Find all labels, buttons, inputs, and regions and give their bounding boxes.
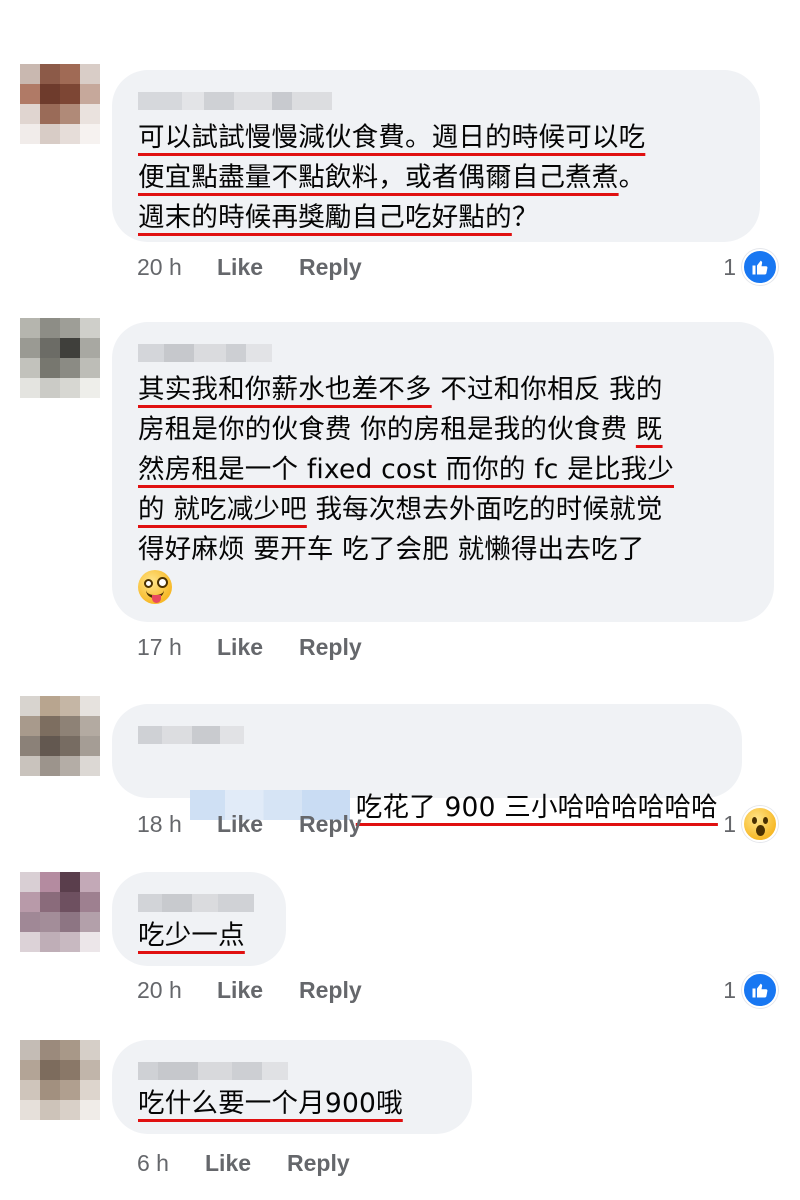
comment-bubble: 其实我和你薪水也差不多 不过和你相反 我的 房租是你的伙食费 你的房租是我的伙食…: [112, 322, 774, 622]
avatar[interactable]: [20, 318, 100, 398]
reaction-count: 1: [723, 253, 736, 280]
author-name-blurred[interactable]: [138, 726, 718, 746]
reply-button[interactable]: Reply: [287, 1150, 350, 1177]
comment-text-segment: 。: [618, 162, 646, 193]
comment-text: 吃花了 900 三小哈哈哈哈哈哈: [138, 748, 718, 868]
reaction-summary[interactable]: 1: [723, 806, 778, 842]
like-button[interactable]: Like: [205, 1150, 287, 1177]
comment-bubble: 吃花了 900 三小哈哈哈哈哈哈: [112, 704, 742, 823]
comment-actions: 20 h Like Reply: [137, 975, 362, 1005]
avatar[interactable]: [20, 1040, 100, 1120]
comment-text: 可以試試慢慢減伙食費。週日的時候可以吃 便宜點盡量不點飲料，或者偶爾自己煮煮。 …: [138, 118, 736, 238]
reply-button[interactable]: Reply: [299, 977, 362, 1004]
comment-bubble: 吃少一点: [112, 872, 286, 966]
like-icon: [742, 249, 778, 285]
avatar[interactable]: [20, 872, 100, 952]
comment-text: 其实我和你薪水也差不多 不过和你相反 我的 房租是你的伙食费 你的房租是我的伙食…: [138, 370, 750, 610]
highlighted-text: 可以試試慢慢減伙食費。週日的時候可以吃: [138, 122, 646, 153]
avatar[interactable]: [20, 696, 100, 776]
reaction-summary[interactable]: 1: [723, 972, 778, 1008]
comment-timestamp[interactable]: 6 h: [137, 1150, 205, 1177]
wow-icon: [742, 806, 778, 842]
comment-text: 吃什么要一个月900哦: [138, 1084, 448, 1124]
comment-actions: 20 h Like Reply: [137, 252, 362, 282]
reply-button[interactable]: Reply: [299, 634, 362, 661]
highlighted-text: 吃什么要一个月900哦: [138, 1088, 403, 1119]
avatar[interactable]: [20, 64, 100, 144]
comment-bubble: 吃什么要一个月900哦: [112, 1040, 472, 1134]
like-icon: [742, 972, 778, 1008]
author-name-blurred[interactable]: [138, 344, 750, 364]
highlighted-text: 其实我和你薪水也差不多: [138, 374, 432, 405]
reaction-count: 1: [723, 810, 736, 837]
highlighted-text: 便宜點盡量不點飲料，或者偶爾自己煮煮: [138, 162, 619, 193]
reply-button[interactable]: Reply: [299, 811, 362, 838]
reaction-count: 1: [723, 976, 736, 1003]
comment-bubble: 可以試試慢慢減伙食費。週日的時候可以吃 便宜點盡量不點飲料，或者偶爾自己煮煮。 …: [112, 70, 760, 242]
like-button[interactable]: Like: [217, 254, 299, 281]
reaction-summary[interactable]: 1: [723, 249, 778, 285]
comment-timestamp[interactable]: 20 h: [137, 977, 217, 1004]
like-button[interactable]: Like: [217, 634, 299, 661]
author-name-blurred[interactable]: [138, 894, 262, 914]
comment-text-segment: ？: [511, 202, 539, 233]
comment-timestamp[interactable]: 20 h: [137, 254, 217, 281]
comment-text: 吃少一点: [138, 916, 262, 956]
comment-actions: 18 h Like Reply: [137, 809, 362, 839]
like-button[interactable]: Like: [217, 977, 299, 1004]
comment-timestamp[interactable]: 17 h: [137, 634, 217, 661]
highlighted-text: 吃花了 900 三小哈哈哈哈哈哈: [355, 792, 718, 823]
comment-actions: 17 h Like Reply: [137, 632, 362, 662]
author-name-blurred[interactable]: [138, 92, 736, 112]
like-button[interactable]: Like: [217, 811, 299, 838]
zany-face-emoji: [138, 570, 172, 604]
reply-button[interactable]: Reply: [299, 254, 362, 281]
author-name-blurred[interactable]: [138, 1062, 448, 1082]
highlighted-text: 吃少一点: [138, 920, 245, 951]
comment-timestamp[interactable]: 18 h: [137, 811, 217, 838]
highlighted-text: 週末的時候再獎勵自己吃好點的: [138, 202, 512, 233]
comment-actions: 6 h Like Reply: [137, 1148, 350, 1178]
